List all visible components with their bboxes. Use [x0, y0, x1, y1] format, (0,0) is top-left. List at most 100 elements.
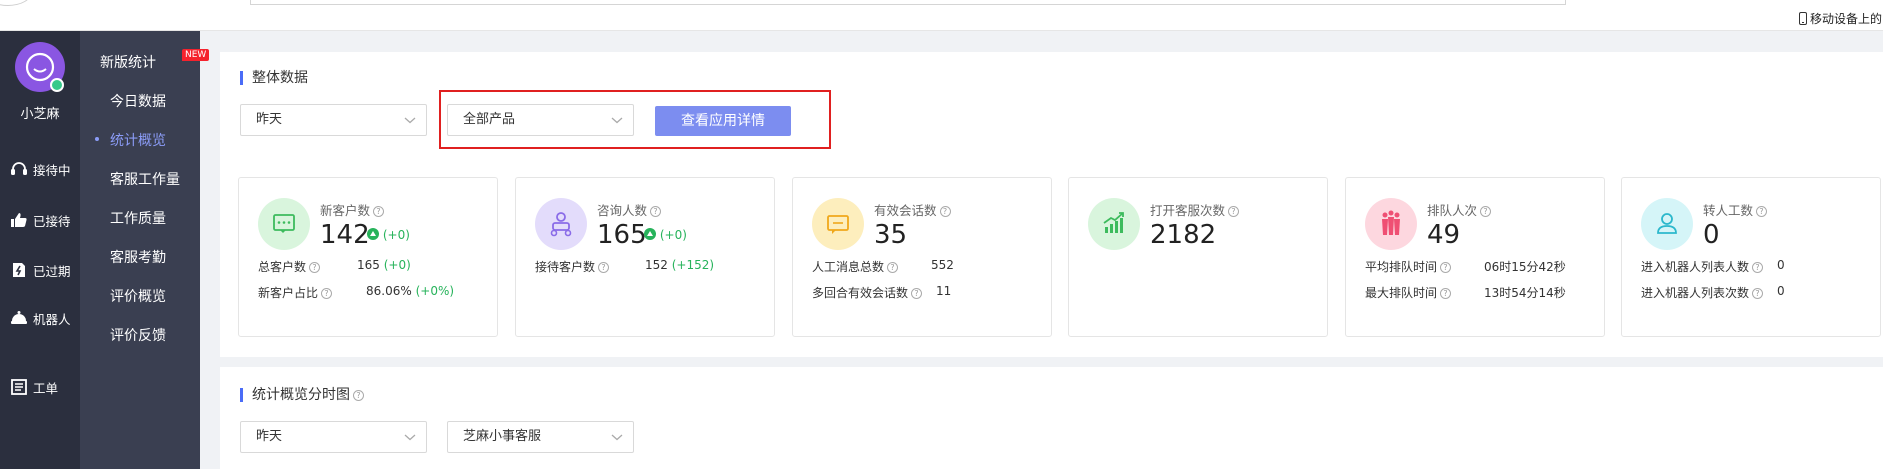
stat-row: 最大排队时间? 13时54分14秒	[1365, 286, 1566, 300]
message-icon	[812, 198, 864, 250]
stat-row-value: 0	[1777, 258, 1785, 272]
card-label: 排队人次?	[1427, 200, 1492, 219]
timeline-date-select[interactable]: 昨天	[240, 421, 427, 453]
stat-row: 接待客户数? 152 (+152)	[535, 258, 715, 274]
stat-row-value: 0	[1777, 284, 1785, 298]
help-icon[interactable]: ?	[353, 389, 364, 401]
help-icon[interactable]: ?	[1228, 206, 1240, 217]
stats-subnav: 新版统计 NEW 今日数据 统计概览 客服工作量 工作质量 客服考勤 评价概览 …	[80, 31, 210, 469]
sidebar-item-label: 机器人	[33, 311, 71, 327]
top-search-input[interactable]	[250, 0, 1566, 5]
stat-row: 人工消息总数? 552	[812, 258, 954, 274]
bar-chart-icon	[1088, 198, 1140, 250]
card-value: 35	[874, 220, 908, 250]
stat-row: 进入机器人列表次数? 0	[1641, 284, 1785, 300]
sidebar-item-ticket[interactable]: 工单	[10, 376, 58, 398]
card-label: 新客户数?	[320, 200, 385, 219]
user-icon	[1641, 198, 1693, 250]
card-trend: (+0)	[644, 228, 687, 242]
chevron-down-icon	[404, 434, 416, 441]
stat-card-transfer-human: 转人工数? 0 进入机器人列表人数? 0 进入机器人列表次数? 0	[1621, 177, 1881, 337]
date-select[interactable]: 昨天	[240, 104, 427, 136]
help-icon[interactable]: ?	[939, 206, 951, 217]
help-icon[interactable]: ?	[1440, 288, 1452, 299]
card-value: 0	[1703, 220, 1720, 250]
card-label: 转人工数?	[1703, 200, 1768, 219]
stat-row-value: 86.06% (+0%)	[366, 284, 455, 298]
mobile-hint[interactable]: 移动设备上的	[1799, 10, 1882, 27]
sidebar-item-label: 已接待	[33, 213, 71, 229]
timeline-title: 统计概览分时图?	[240, 387, 364, 403]
sidebar-item-serving[interactable]: 接待中	[10, 158, 71, 180]
stat-card-open-service: 打开客服次数? 2182	[1068, 177, 1328, 337]
stat-row-value: 165 (+0)	[357, 258, 411, 272]
overview-title: 整体数据	[240, 70, 308, 86]
help-icon[interactable]: ?	[1480, 206, 1492, 217]
view-app-details-button[interactable]: 查看应用详情	[655, 106, 791, 136]
stat-card-queue: 排队人次? 49 平均排队时间? 06时15分42秒 最大排队时间? 13时54…	[1345, 177, 1605, 337]
app-root: 移动设备上的 小芝麻 接待中 已接待 已过期 机器人 工单 新版统计 NEW 今…	[0, 0, 1883, 469]
subnav-item-rating-overview[interactable]: 评价概览	[110, 286, 166, 306]
sidebar-item-expired[interactable]: 已过期	[10, 259, 71, 281]
subnav-item-attendance[interactable]: 客服考勤	[110, 247, 166, 267]
chevron-down-icon	[611, 117, 623, 124]
product-select[interactable]: 全部产品	[447, 104, 634, 136]
stat-row: 进入机器人列表人数? 0	[1641, 258, 1785, 274]
card-label: 有效会话数?	[874, 200, 951, 219]
chevron-down-icon	[404, 117, 416, 124]
help-icon[interactable]: ?	[321, 288, 333, 299]
stat-card-new-customers: 新客户数? 142 (+0) 总客户数? 165 (+0) 新客户占比? 86.…	[238, 177, 498, 337]
help-icon[interactable]: ?	[1752, 288, 1764, 299]
sidebar-item-robot[interactable]: 机器人	[10, 307, 71, 329]
username: 小芝麻	[20, 107, 60, 122]
subnav-header-label: 新版统计	[100, 55, 156, 71]
help-icon[interactable]: ?	[887, 262, 899, 273]
stat-row: 总客户数? 165 (+0)	[258, 258, 411, 274]
active-dot	[95, 137, 99, 141]
help-icon[interactable]: ?	[1440, 262, 1452, 273]
card-trend: (+0)	[367, 228, 410, 242]
back-button[interactable]	[0, 0, 32, 6]
subnav-item-today[interactable]: 今日数据	[110, 91, 166, 111]
subnav-header[interactable]: 新版统计 NEW	[100, 49, 210, 72]
sidebar-item-served[interactable]: 已接待	[10, 209, 71, 231]
stat-row-value: 11	[936, 284, 952, 298]
card-value: 49	[1427, 220, 1461, 250]
online-status-dot	[50, 78, 64, 92]
chat-icon	[258, 198, 310, 250]
subnav-item-rating-feedback[interactable]: 评价反馈	[110, 325, 166, 345]
queue-icon	[1365, 198, 1417, 250]
stat-card-inquiries: 咨询人数? 165 (+0) 接待客户数? 152 (+152)	[515, 177, 775, 337]
help-icon[interactable]: ?	[1752, 262, 1764, 273]
trend-up-icon	[644, 228, 656, 240]
sidebar-item-label: 接待中	[33, 162, 71, 178]
stat-row: 新客户占比? 86.06% (+0%)	[258, 284, 455, 300]
help-icon[interactable]: ?	[1756, 206, 1768, 217]
stat-row-value: 13时54分14秒	[1484, 286, 1566, 300]
subnav-item-overview[interactable]: 统计概览	[95, 130, 166, 150]
sidebar-item-label: 已过期	[33, 263, 71, 279]
top-bar: 移动设备上的	[0, 0, 1883, 31]
date-select-value: 昨天	[256, 112, 283, 127]
timeline-panel: 统计概览分时图? 昨天 芝麻小事客服	[220, 367, 1883, 469]
subnav-item-quality[interactable]: 工作质量	[110, 208, 166, 228]
thumb-up-icon	[11, 213, 27, 227]
service-select[interactable]: 芝麻小事客服	[447, 421, 634, 453]
headset-icon	[11, 162, 27, 175]
stat-row-value: 552	[931, 258, 954, 272]
help-icon[interactable]: ?	[598, 262, 610, 273]
help-icon[interactable]: ?	[911, 288, 923, 299]
product-select-value: 全部产品	[463, 112, 516, 127]
robot-icon	[11, 311, 27, 324]
sidebar-item-label: 工单	[33, 380, 59, 396]
stat-row-value: 06时15分42秒	[1484, 260, 1566, 274]
help-icon[interactable]: ?	[373, 206, 385, 217]
card-value: 142	[320, 220, 370, 250]
help-icon[interactable]: ?	[309, 262, 321, 273]
overview-panel: 整体数据 昨天 全部产品 查看应用详情 新客户数? 142 (+0) 总客户数?…	[220, 52, 1883, 357]
main-sidebar: 小芝麻 接待中 已接待 已过期 机器人 工单	[0, 31, 80, 469]
stat-card-valid-sessions: 有效会话数? 35 人工消息总数? 552 多回合有效会话数? 11	[792, 177, 1052, 337]
help-icon[interactable]: ?	[650, 206, 662, 217]
chevron-down-icon	[611, 434, 623, 441]
subnav-item-workload[interactable]: 客服工作量	[110, 169, 180, 189]
